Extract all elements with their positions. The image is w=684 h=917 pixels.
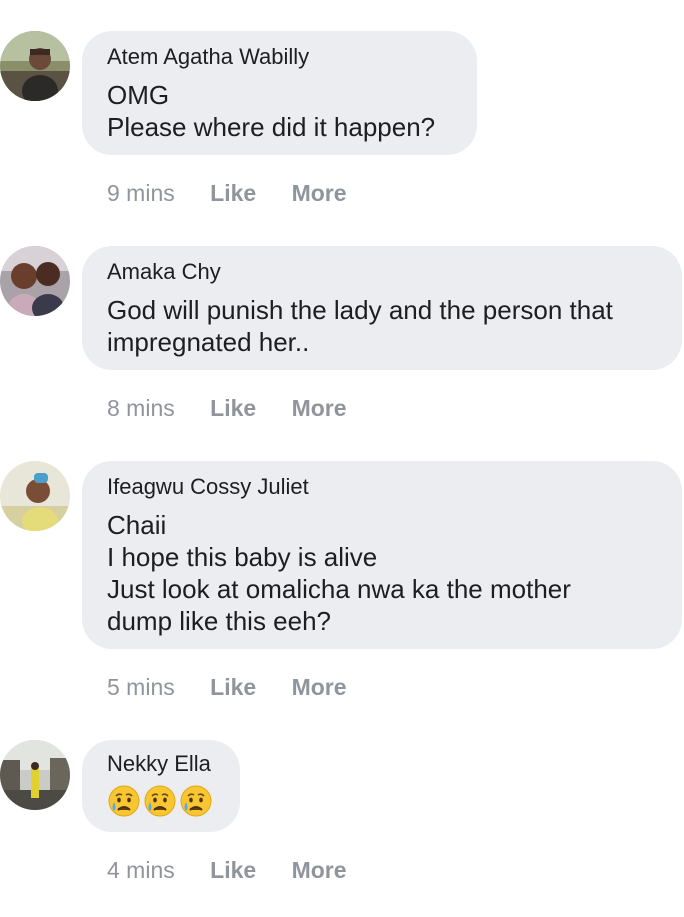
comment-line: Chaii xyxy=(107,510,167,540)
comment-author[interactable]: Amaka Chy xyxy=(107,258,658,286)
avatar[interactable] xyxy=(0,740,70,810)
comment-line: God will punish the lady and the person … xyxy=(107,295,613,325)
comment-bubble: Amaka Chy God will punish the lady and t… xyxy=(82,246,682,370)
comment-timestamp[interactable]: 8 mins xyxy=(107,395,175,421)
comment-actions: 8 mins Like More xyxy=(107,394,347,422)
comment-text: God will punish the lady and the person … xyxy=(107,294,658,358)
comment-text: OMG Please where did it happen? xyxy=(107,79,453,143)
comment-line: OMG xyxy=(107,80,170,110)
avatar-photo-icon xyxy=(0,740,70,810)
comment-actions: 4 mins Like More xyxy=(107,856,347,884)
like-button[interactable]: Like xyxy=(210,180,256,206)
comment-author[interactable]: Atem Agatha Wabilly xyxy=(107,43,453,71)
more-button[interactable]: More xyxy=(292,395,347,421)
comment-timestamp[interactable]: 5 mins xyxy=(107,674,175,700)
comment-author[interactable]: Ifeagwu Cossy Juliet xyxy=(107,473,658,501)
comment-timestamp[interactable]: 4 mins xyxy=(107,857,175,883)
more-button[interactable]: More xyxy=(292,857,347,883)
comment-text xyxy=(107,784,216,818)
comment-author[interactable]: Nekky Ella xyxy=(107,750,216,778)
comment-line: Please where did it happen? xyxy=(107,112,436,142)
comment-actions: 5 mins Like More xyxy=(107,673,347,701)
comment-line: I hope this baby is alive xyxy=(107,542,378,572)
avatar[interactable] xyxy=(0,246,70,316)
comment-line: impregnated her.. xyxy=(107,327,310,357)
avatar-photo-icon xyxy=(0,246,70,316)
comment-text: Chaii I hope this baby is alive Just loo… xyxy=(107,509,658,637)
comment-thread: Atem Agatha Wabilly OMG Please where did… xyxy=(0,0,684,917)
like-button[interactable]: Like xyxy=(210,395,256,421)
comment-timestamp[interactable]: 9 mins xyxy=(107,180,175,206)
comment-bubble: Ifeagwu Cossy Juliet Chaii I hope this b… xyxy=(82,461,682,649)
more-button[interactable]: More xyxy=(292,180,347,206)
like-button[interactable]: Like xyxy=(210,674,256,700)
more-button[interactable]: More xyxy=(292,674,347,700)
comment-bubble: Atem Agatha Wabilly OMG Please where did… xyxy=(82,31,477,155)
avatar[interactable] xyxy=(0,31,70,101)
disappointed-relieved-face-icon xyxy=(107,784,141,818)
avatar-photo-icon xyxy=(0,461,70,531)
disappointed-relieved-face-icon xyxy=(179,784,213,818)
comment-actions: 9 mins Like More xyxy=(107,179,347,207)
like-button[interactable]: Like xyxy=(210,857,256,883)
comment-line: dump like this eeh? xyxy=(107,606,332,636)
disappointed-relieved-face-icon xyxy=(143,784,177,818)
comment-line: Just look at omalicha nwa ka the mother xyxy=(107,574,571,604)
avatar[interactable] xyxy=(0,461,70,531)
avatar-photo-icon xyxy=(0,31,70,101)
comment-bubble: Nekky Ella xyxy=(82,740,240,832)
